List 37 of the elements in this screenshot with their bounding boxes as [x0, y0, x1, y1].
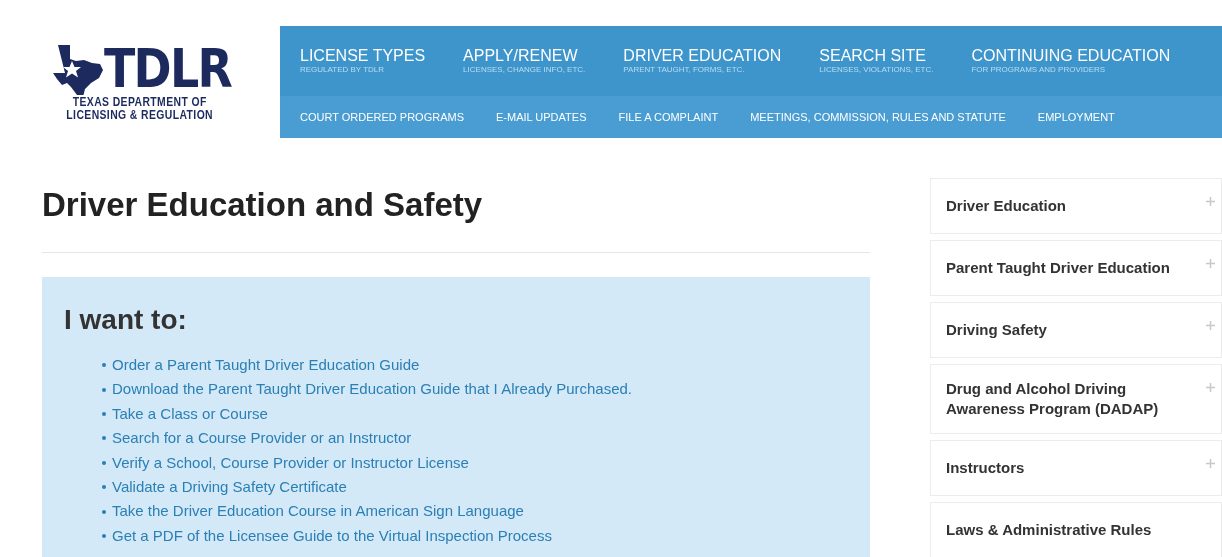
nav-menu-item[interactable]: DRIVER EDUCATION PARENT TAUGHT, FORMS, ETC. [623, 47, 820, 75]
logo-subtitle: TEXAS DEPARTMENT OF [73, 95, 207, 108]
logo-subtitle: LICENSING & REGULATION [66, 108, 214, 121]
nav-menu-item[interactable]: LICENSE TYPES REGULATED BY TDLR [300, 47, 464, 75]
sidebar-accordion-item[interactable]: Laws & Administrative Rules [930, 502, 1222, 557]
sidebar-accordion-item[interactable]: Drug and Alcohol Driving Awareness Program (DADAP) [930, 364, 1222, 434]
bullet-icon [102, 460, 106, 465]
sidebar-accordion-item[interactable]: Parent Taught Driver Education [930, 240, 1222, 296]
panel-link[interactable]: Take a Class or Course [112, 402, 268, 426]
nav-link[interactable]: COURT ORDERED PROGRAMS [300, 108, 496, 126]
bullet-icon [102, 436, 106, 441]
panel-link[interactable]: Search for a Course Provider or an Instructor [112, 427, 412, 450]
panel-link[interactable]: Validate a Driving Safety Certificate [112, 475, 347, 499]
nav-menu-item[interactable]: SEARCH SITE LICENSES, VIOLATIONS, ETC. [819, 47, 972, 75]
panel-link[interactable]: Order a Parent Taught Driver Education Guide [112, 353, 420, 377]
panel-heading: I want to: [64, 303, 188, 337]
bullet-icon [102, 411, 106, 416]
bullet-icon [102, 363, 106, 368]
sidebar-accordion-item[interactable]: Driving Safety [930, 302, 1222, 358]
nav-menu-item[interactable]: APPLY/RENEW LICENSES, CHANGE INFO, ETC. [463, 47, 624, 75]
nav-link[interactable]: MEETINGS, COMMISSION, RULES AND STATUTE [750, 108, 1038, 126]
bullet-icon [102, 533, 106, 538]
panel-link[interactable]: Download the Parent Taught Driver Education Guide that I Already Purchased. [112, 378, 633, 401]
nav-link[interactable]: EMPLOYMENT [1037, 108, 1147, 126]
sidebar-accordion-item[interactable]: Instructors [930, 440, 1222, 496]
page-title: Driver Education and Safety [42, 185, 484, 225]
logo-wordmark: TDLR [104, 43, 232, 95]
nav-link[interactable]: FILE A COMPLAINT [618, 108, 751, 126]
panel-link[interactable]: Get a PDF of the Licensee Guide to the Virtual Inspection Process [112, 524, 552, 548]
bullet-icon [102, 485, 106, 490]
sidebar-accordion-item[interactable]: Driver Education [930, 178, 1222, 234]
nav-menu-item[interactable]: CONTINUING EDUCATION FOR PROGRAMS AND PROVIDERS [971, 47, 1209, 75]
nav-link[interactable]: E-MAIL UPDATES [496, 108, 619, 126]
panel-link[interactable]: Verify a School, Course Provider or Instructor License [112, 451, 469, 474]
bullet-icon [102, 387, 106, 392]
panel-link[interactable]: Take the Driver Education Course in American Sign Language [112, 500, 524, 523]
bullet-icon [102, 509, 106, 514]
